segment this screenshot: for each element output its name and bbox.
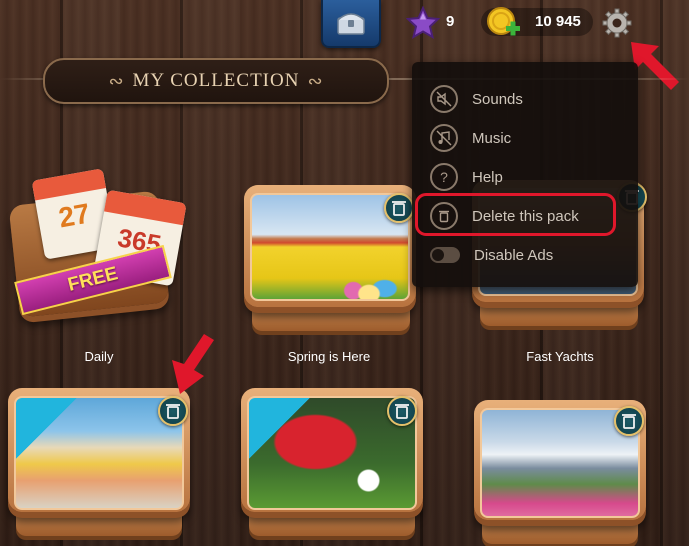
chest-button[interactable]: [321, 0, 381, 48]
free-badge-text: FREE: [65, 263, 121, 296]
menu-item-disable-ads[interactable]: Disable Ads: [430, 238, 553, 272]
pack-mountains[interactable]: [474, 400, 646, 546]
help-icon: ?: [430, 163, 458, 191]
pack-garden[interactable]: [241, 388, 423, 546]
trash-icon[interactable]: [387, 396, 417, 426]
pack-city[interactable]: [8, 388, 190, 546]
pack-spring-is-here[interactable]: [244, 185, 416, 337]
menu-item-label: Sounds: [472, 90, 523, 108]
menu-item-sounds[interactable]: Sounds: [430, 82, 523, 116]
music-off-icon: [430, 124, 458, 152]
sound-off-icon: [430, 85, 458, 113]
pack-label: Daily: [84, 349, 114, 364]
trash-icon[interactable]: [158, 396, 188, 426]
settings-menu: Sounds Music ? Help Delete this pack Dis…: [412, 62, 638, 287]
menu-item-label: Disable Ads: [474, 246, 554, 264]
star-icon: [405, 5, 441, 40]
toggle-switch[interactable]: [430, 247, 460, 263]
trash-icon[interactable]: [614, 406, 644, 436]
coin-icon[interactable]: [486, 6, 520, 38]
ornament-icon: ∾: [307, 70, 324, 91]
pack-label: Fast Yachts: [526, 349, 594, 364]
star-count: 9: [446, 13, 455, 30]
menu-item-music[interactable]: Music: [430, 121, 511, 155]
menu-item-label: Music: [472, 129, 512, 147]
menu-item-help[interactable]: ? Help: [430, 160, 503, 194]
red-arrow-icon: [172, 334, 214, 394]
settings-gear-icon[interactable]: [601, 7, 633, 39]
trash-icon[interactable]: [384, 193, 414, 223]
pack-label: Spring is Here: [287, 349, 371, 364]
delete-pack-highlight: [415, 193, 616, 236]
coin-count: 10 945: [535, 13, 581, 30]
treasure-chest-icon: [337, 13, 365, 35]
pack-daily[interactable]: 27 365 FREE: [8, 168, 187, 328]
menu-item-label: Help: [472, 168, 503, 186]
page-title: MY COLLECTION: [132, 70, 300, 91]
collection-title: ∾ MY COLLECTION ∾: [43, 58, 389, 104]
ornament-icon: ∾: [108, 70, 125, 91]
